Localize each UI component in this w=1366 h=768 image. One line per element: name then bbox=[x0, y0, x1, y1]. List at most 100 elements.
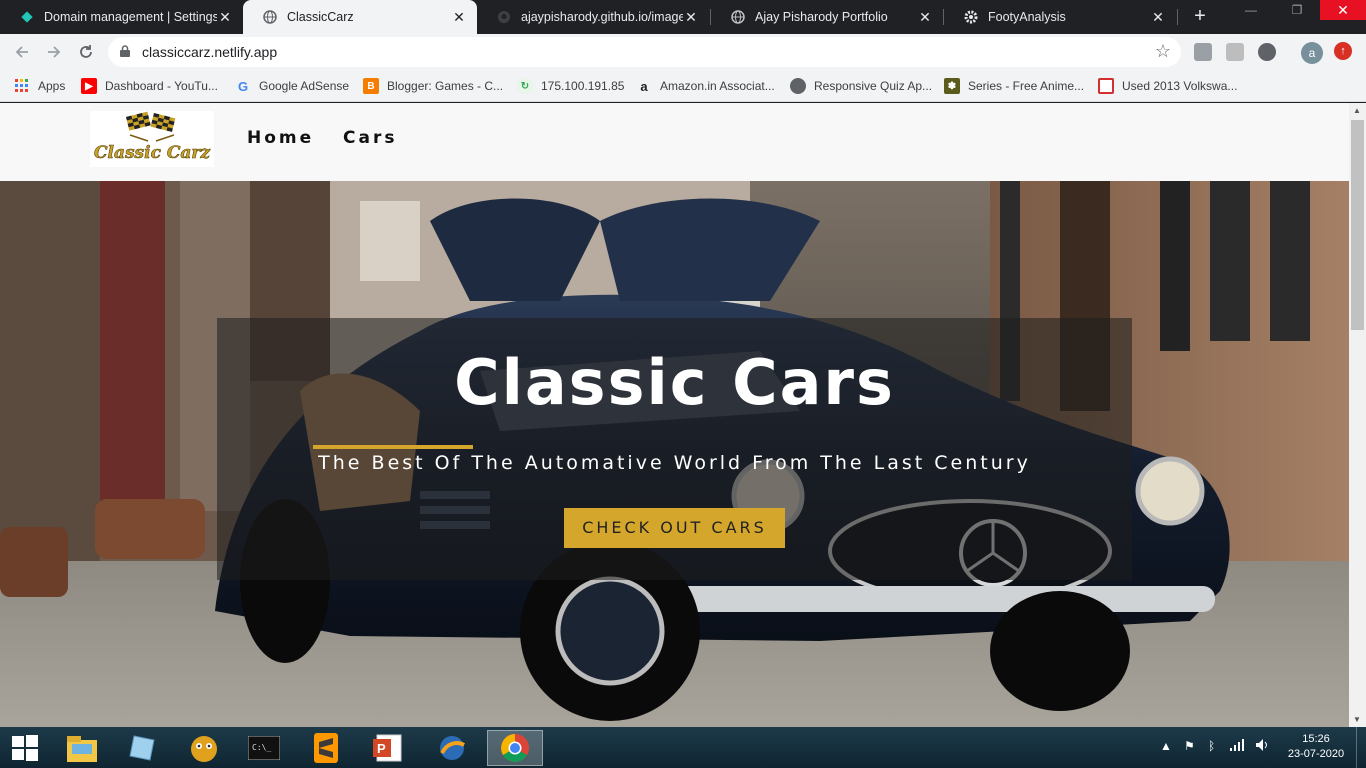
scrollbar-thumb[interactable] bbox=[1351, 120, 1364, 330]
tab-classiccarz[interactable]: ClassicCarz ✕ bbox=[243, 0, 477, 34]
tab-close-button[interactable]: ✕ bbox=[451, 9, 467, 26]
forward-button[interactable] bbox=[42, 40, 66, 64]
svg-text:C:\_: C:\_ bbox=[252, 743, 271, 752]
tab-portfolio[interactable]: Ajay Pisharody Portfolio ✕ bbox=[711, 0, 943, 34]
chrome-icon bbox=[501, 734, 529, 762]
taskbar-powerpoint[interactable]: P bbox=[360, 730, 416, 766]
tab-close-button[interactable]: ✕ bbox=[217, 9, 233, 26]
bookmark-youtube-dashboard[interactable]: ▶ Dashboard - YouTu... bbox=[81, 76, 218, 96]
profile-avatar[interactable]: a bbox=[1301, 42, 1323, 64]
taskbar-sublime-text[interactable] bbox=[298, 730, 354, 766]
youtube-icon: ▶ bbox=[81, 78, 97, 94]
new-tab-button[interactable]: + bbox=[1188, 5, 1212, 29]
bookmark-label: Used 2013 Volkswa... bbox=[1122, 79, 1238, 93]
gear-icon bbox=[964, 10, 978, 24]
folder-monkey-icon bbox=[191, 736, 217, 762]
apps-grid-icon bbox=[14, 78, 30, 94]
bookmark-label: Series - Free Anime... bbox=[968, 79, 1085, 93]
bookmark-label: Apps bbox=[38, 79, 66, 93]
check-out-cars-button[interactable]: CHECK OUT CARS bbox=[564, 508, 785, 548]
globe-icon bbox=[263, 10, 277, 24]
bookmark-label: Google AdSense bbox=[259, 79, 350, 93]
tab-footyanalysis[interactable]: FootyAnalysis ✕ bbox=[944, 0, 1176, 34]
tab-close-button[interactable]: ✕ bbox=[1150, 9, 1166, 26]
volume-icon[interactable] bbox=[1256, 739, 1272, 754]
bookmark-ip-address[interactable]: ↻ 175.100.191.85 bbox=[517, 76, 624, 96]
arrow-right-icon bbox=[48, 46, 61, 58]
extension-globe-icon[interactable] bbox=[1258, 43, 1276, 61]
url-text: classiccarz.netlify.app bbox=[142, 44, 278, 60]
bookmark-quiz-app[interactable]: Responsive Quiz Ap... bbox=[790, 76, 932, 96]
logo-text: Classic Carz bbox=[94, 143, 210, 163]
page-scrollbar[interactable]: ▲ ▼ bbox=[1349, 103, 1366, 727]
file-explorer-icon bbox=[67, 736, 97, 762]
hero-section: Classic Cars The Best Of The Automative … bbox=[0, 181, 1349, 727]
extension-icon[interactable] bbox=[1226, 43, 1244, 61]
nav-link-home[interactable]: Home bbox=[247, 128, 314, 148]
bookmark-used-volkswagen[interactable]: Used 2013 Volkswa... bbox=[1098, 76, 1237, 96]
clock-time: 15:26 bbox=[1302, 733, 1330, 745]
scroll-up-arrow-icon[interactable]: ▲ bbox=[1353, 106, 1361, 115]
bookmarks-bar: Apps ▶ Dashboard - YouTu... G Google AdS… bbox=[0, 70, 1366, 102]
tab-close-button[interactable]: ✕ bbox=[683, 9, 699, 26]
show-desktop-button[interactable] bbox=[1356, 727, 1366, 768]
tab-strip: Domain management | Settings ✕ ClassicCa… bbox=[0, 0, 1366, 34]
github-icon bbox=[497, 10, 511, 24]
reload-button[interactable] bbox=[74, 40, 98, 64]
tab-close-button[interactable]: ✕ bbox=[917, 9, 933, 26]
site-navbar: Classic Carz Home Cars bbox=[0, 103, 1349, 181]
notepad-icon bbox=[129, 735, 155, 761]
action-center-flag-icon[interactable]: ⚑ bbox=[1184, 739, 1195, 753]
powerpoint-icon: P bbox=[373, 734, 402, 762]
maximize-button[interactable]: ❐ bbox=[1274, 0, 1320, 20]
bookmark-google-adsense[interactable]: G Google AdSense bbox=[235, 76, 349, 96]
bookmark-label: Dashboard - YouTu... bbox=[105, 79, 218, 93]
taskbar-folder-app[interactable] bbox=[176, 730, 232, 766]
signal-icon[interactable] bbox=[1230, 739, 1246, 754]
taskbar-clock[interactable]: 15:26 23-07-2020 bbox=[1286, 732, 1346, 762]
start-button[interactable] bbox=[0, 730, 50, 766]
bookmark-blogger[interactable]: B Blogger: Games - C... bbox=[363, 76, 503, 96]
paw-icon: ✽ bbox=[944, 78, 960, 94]
tab-label: Domain management | Settings bbox=[44, 10, 217, 24]
extension-icon[interactable] bbox=[1194, 43, 1212, 61]
address-bar[interactable]: classiccarz.netlify.app ☆ bbox=[108, 37, 1181, 67]
site-logo[interactable]: Classic Carz bbox=[90, 111, 214, 167]
blogger-icon: B bbox=[363, 78, 379, 94]
hero-subtitle: The Best Of The Automative World From Th… bbox=[318, 452, 1031, 474]
accent-bar bbox=[313, 445, 473, 449]
taskbar-command-prompt[interactable]: C:\_ bbox=[236, 730, 292, 766]
reload-icon bbox=[80, 45, 92, 58]
scroll-down-arrow-icon[interactable]: ▼ bbox=[1353, 715, 1361, 724]
arrow-left-icon bbox=[15, 46, 28, 58]
hero-title: Classic Cars bbox=[454, 346, 895, 419]
chrome-update-icon[interactable]: ↑ bbox=[1334, 42, 1352, 60]
browser-alt-icon bbox=[440, 736, 465, 760]
bookmark-anime-series[interactable]: ✽ Series - Free Anime... bbox=[944, 76, 1084, 96]
nav-link-cars[interactable]: Cars bbox=[343, 128, 397, 148]
taskbar-browser[interactable] bbox=[424, 730, 480, 766]
browser-toolbar: classiccarz.netlify.app ☆ a ↑ bbox=[0, 34, 1366, 70]
bookmark-label: Amazon.in Associat... bbox=[660, 79, 775, 93]
tray-expand-icon[interactable]: ▲ bbox=[1160, 739, 1172, 753]
bookmark-star-icon[interactable]: ☆ bbox=[1155, 41, 1171, 62]
tab-github-images[interactable]: ajaypisharody.github.io/images ✕ bbox=[477, 0, 709, 34]
tab-domain-management[interactable]: Domain management | Settings ✕ bbox=[0, 0, 243, 34]
taskbar-chrome[interactable] bbox=[487, 730, 543, 766]
globe-icon bbox=[790, 78, 806, 94]
tab-label: ajaypisharody.github.io/images bbox=[521, 10, 683, 24]
car-site-icon bbox=[1098, 78, 1114, 94]
globe-icon bbox=[731, 10, 745, 24]
bookmark-apps[interactable]: Apps bbox=[14, 76, 65, 96]
taskbar-notepad[interactable] bbox=[114, 730, 170, 766]
netlify-diamond-icon bbox=[20, 10, 34, 24]
taskbar-file-explorer[interactable] bbox=[54, 730, 110, 766]
lock-icon bbox=[120, 45, 130, 57]
back-button[interactable] bbox=[10, 40, 34, 64]
svg-text:P: P bbox=[377, 741, 386, 756]
bluetooth-icon[interactable]: ᛒ bbox=[1208, 739, 1215, 753]
minimize-button[interactable]: — bbox=[1228, 0, 1274, 20]
page-viewport: Classic Carz Home Cars Classic Cars The … bbox=[0, 103, 1366, 727]
window-close-button[interactable]: ✕ bbox=[1320, 0, 1366, 20]
bookmark-amazon-associates[interactable]: a Amazon.in Associat... bbox=[636, 76, 775, 96]
